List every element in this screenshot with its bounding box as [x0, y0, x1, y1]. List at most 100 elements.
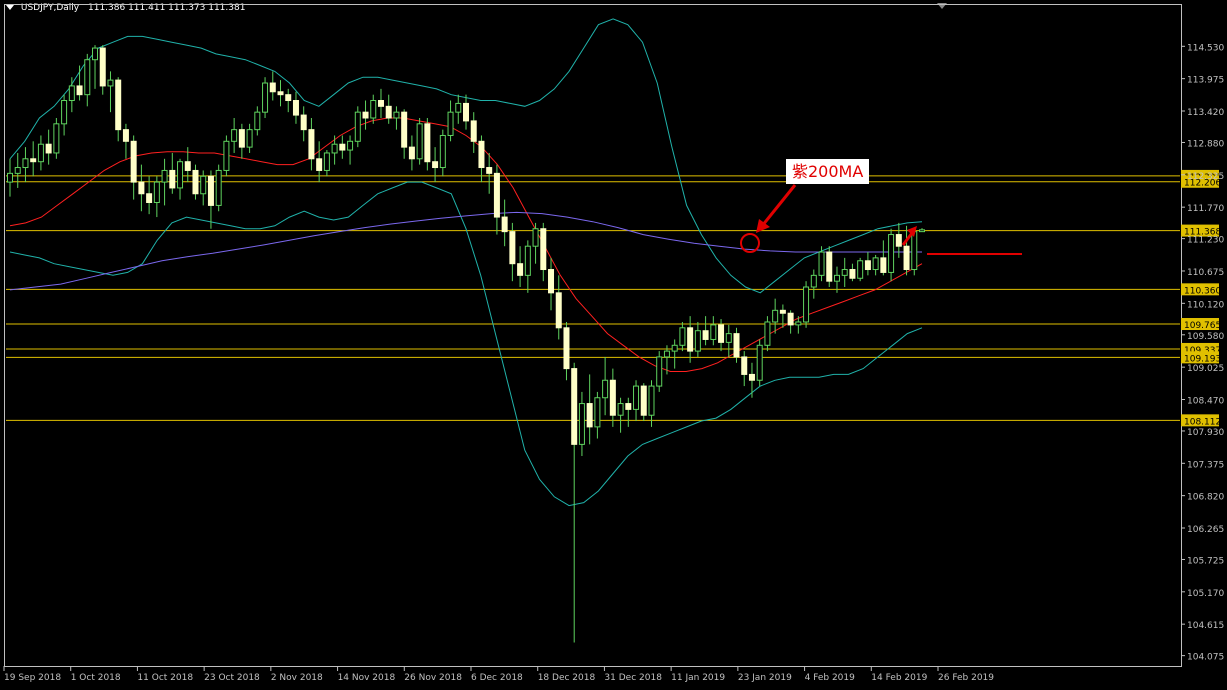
- candle-body: [37, 143, 44, 163]
- x-tick-label: 19 Sep 2018: [4, 673, 61, 683]
- candle-body: [694, 330, 701, 352]
- candle-body: [741, 356, 748, 375]
- price-axis: 112.306112.206111.368110.360109.765109.3…: [1181, 43, 1224, 663]
- candle-body: [269, 82, 276, 93]
- ma-red-line: [9, 117, 923, 372]
- candle-body: [880, 257, 887, 273]
- candle-body: [331, 143, 338, 154]
- indicator-lines: [9, 18, 923, 507]
- candle-body: [254, 111, 261, 131]
- candle-body: [285, 94, 292, 102]
- candle-body: [277, 91, 284, 96]
- candle-body: [76, 85, 83, 96]
- candle-body: [625, 403, 632, 410]
- candle-body: [710, 324, 717, 340]
- candle-body: [648, 385, 655, 416]
- candle-body: [524, 245, 531, 276]
- candle-body: [347, 140, 354, 151]
- candle-body: [439, 134, 446, 169]
- level-price-label: 109.193: [1184, 354, 1221, 364]
- y-tick-label: 107.375: [1187, 460, 1224, 470]
- candle-body: [919, 229, 925, 233]
- candle-body: [130, 140, 137, 183]
- y-tick-label: 104.615: [1187, 621, 1224, 631]
- candle-body: [447, 111, 454, 136]
- candle-body: [586, 403, 593, 428]
- candle-body: [153, 181, 160, 203]
- candle-body: [857, 260, 864, 279]
- candle-body: [7, 172, 13, 183]
- candle-body: [424, 123, 431, 163]
- candle-body: [671, 344, 678, 352]
- candle-body: [262, 82, 269, 113]
- candle-body: [501, 216, 508, 233]
- candle-body: [602, 379, 609, 399]
- candle-body: [702, 330, 709, 340]
- y-tick-label: 106.820: [1187, 493, 1224, 503]
- candle-body: [895, 234, 902, 247]
- x-tick-label: 1 Oct 2018: [71, 673, 121, 683]
- x-tick-label: 2 Nov 2018: [271, 673, 323, 683]
- candle-body: [432, 161, 439, 169]
- y-tick-label: 112.325: [1187, 172, 1224, 182]
- candle-body: [540, 228, 547, 271]
- y-tick-label: 113.975: [1187, 76, 1224, 86]
- x-tick-label: 11 Oct 2018: [137, 673, 193, 683]
- y-tick-label: 105.725: [1187, 556, 1224, 566]
- candle-body: [316, 158, 323, 171]
- candle-body: [300, 114, 307, 131]
- candle-body: [609, 379, 616, 416]
- level-price-label: 109.765: [1184, 321, 1221, 331]
- candle-body: [903, 245, 910, 271]
- candle-body: [663, 350, 670, 358]
- candle-body: [470, 120, 477, 142]
- candle-body: [748, 373, 755, 381]
- candle-body: [370, 100, 377, 119]
- annotations: [740, 184, 1022, 255]
- candle-body: [764, 321, 771, 346]
- y-tick-label: 105.170: [1187, 589, 1224, 599]
- y-tick-label: 110.675: [1187, 268, 1224, 278]
- candle-body: [215, 169, 222, 206]
- candle-body: [84, 59, 91, 96]
- candle-body: [99, 47, 106, 87]
- x-tick-label: 18 Dec 2018: [538, 673, 596, 683]
- candle-body: [779, 309, 786, 314]
- candle-body: [14, 167, 21, 174]
- candle-body: [555, 292, 562, 329]
- candle-body: [246, 129, 253, 148]
- candle-body: [354, 111, 361, 142]
- candle-body: [679, 327, 686, 346]
- candle-body: [756, 344, 763, 381]
- candle-body: [207, 175, 214, 206]
- candle-body: [92, 47, 99, 61]
- candle-body: [22, 158, 29, 169]
- candle-body: [339, 143, 346, 151]
- candle-body: [517, 263, 524, 276]
- candle-body: [146, 193, 153, 203]
- candle-body: [200, 175, 207, 195]
- candle-body: [578, 403, 585, 445]
- ma200-callout-label: 紫200MA: [786, 159, 870, 184]
- candle-body: [177, 161, 184, 189]
- candle-body: [61, 100, 68, 125]
- candle-body: [911, 231, 918, 271]
- y-tick-label: 112.880: [1187, 139, 1224, 149]
- candle-body: [122, 129, 129, 142]
- candle-body: [30, 158, 37, 163]
- horizontal-levels: [6, 175, 1180, 421]
- candle-body: [718, 324, 725, 343]
- price-arrow-line: [901, 232, 914, 246]
- y-tick-label: 114.530: [1187, 43, 1224, 53]
- candle-body: [161, 169, 168, 183]
- candle-body: [308, 129, 315, 160]
- x-tick-label: 31 Dec 2018: [604, 673, 662, 683]
- candle-body: [725, 333, 732, 343]
- price-chart[interactable]: 112.306112.206111.368110.360109.765109.3…: [0, 0, 1227, 690]
- candle-body: [408, 146, 415, 160]
- candle-body: [231, 129, 238, 142]
- candle-body: [416, 123, 423, 160]
- candle-body: [68, 85, 75, 102]
- y-tick-label: 113.420: [1187, 108, 1224, 118]
- candle-body: [463, 102, 469, 122]
